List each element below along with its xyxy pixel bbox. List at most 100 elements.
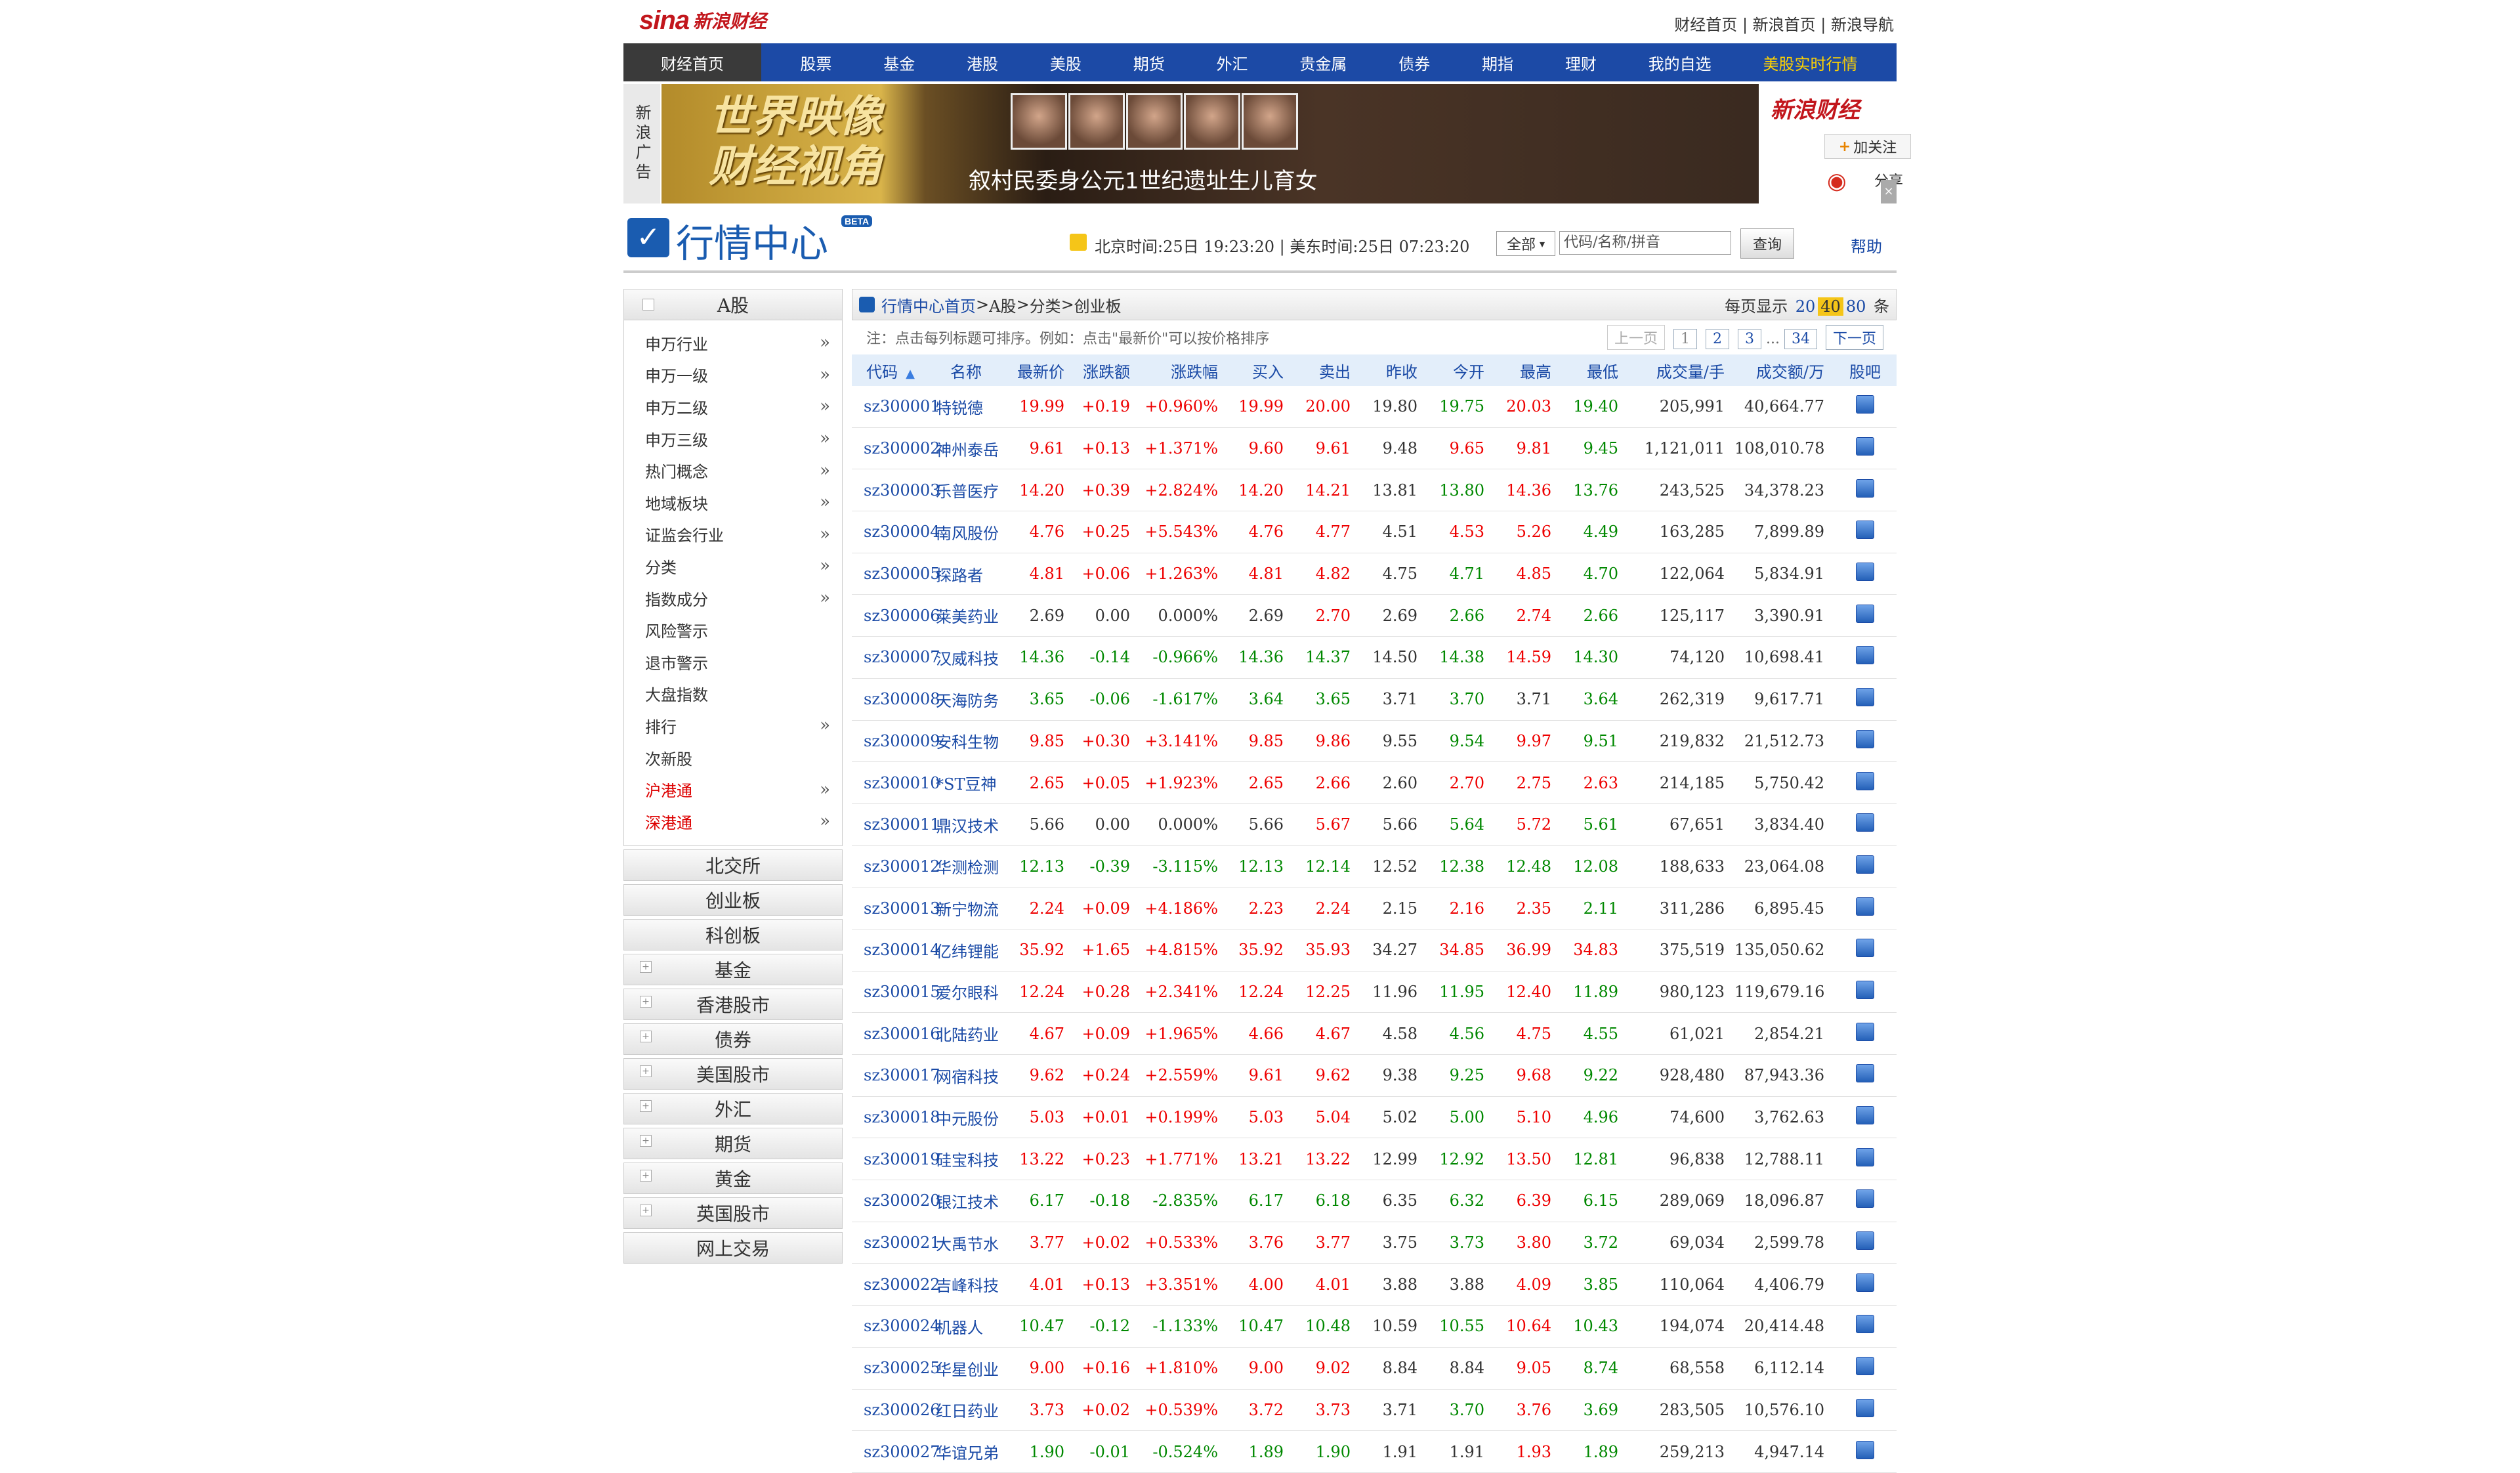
expand-icon[interactable]: + <box>640 1065 652 1077</box>
expand-icon[interactable]: + <box>640 960 652 973</box>
guba-forum-icon[interactable] <box>1856 646 1874 665</box>
sidebar-item[interactable]: 热门概念 » <box>624 454 842 486</box>
guba-forum-icon[interactable] <box>1856 563 1874 582</box>
stock-code-link[interactable]: sz300026 <box>852 1389 940 1432</box>
stock-name-link[interactable]: 探路者 <box>929 553 1003 595</box>
sidebar-header[interactable]: A股 <box>623 289 843 320</box>
nav-item-funds[interactable]: 基金 <box>883 51 915 74</box>
breadcrumb-home[interactable]: 行情中心首页 <box>881 293 976 316</box>
table-row[interactable]: sz300005 探路者 4.81 +0.06 +1.263% 4.81 4.82 4.75 4… <box>852 553 1897 595</box>
guba-forum-icon[interactable] <box>1856 688 1874 707</box>
search-input[interactable]: 代码/名称/拼音 <box>1559 231 1731 255</box>
stock-name-link[interactable]: 银江技术 <box>929 1180 1003 1222</box>
table-row[interactable]: sz300020 银江技术 6.17 -0.18 -2.835% 6.17 6.18 6.35… <box>852 1180 1897 1222</box>
stock-name-link[interactable]: 华谊兄弟 <box>929 1430 1003 1473</box>
stock-name-link[interactable]: 汉威科技 <box>929 636 1003 679</box>
ad-thumbnail[interactable] <box>1126 93 1183 150</box>
expand-icon[interactable]: + <box>640 1030 652 1042</box>
ad-thumbnail[interactable] <box>1242 93 1298 150</box>
stock-code-link[interactable]: sz300010 <box>852 761 940 804</box>
weibo-icon[interactable]: ◉ <box>1827 168 1847 194</box>
stock-code-link[interactable]: sz300002 <box>852 427 940 470</box>
stock-code-link[interactable]: sz300004 <box>852 511 940 553</box>
guba-forum-icon[interactable] <box>1856 855 1874 874</box>
guba-forum-icon[interactable] <box>1856 897 1874 916</box>
stock-name-link[interactable]: 神州泰岳 <box>929 427 1003 470</box>
guba-forum-icon[interactable] <box>1856 1440 1874 1459</box>
table-row[interactable]: sz300014 亿纬锂能 35.92 +1.65 +4.815% 35.92 35.93 3… <box>852 929 1897 971</box>
guba-forum-icon[interactable] <box>1856 771 1874 790</box>
stock-name-link[interactable]: 北陆药业 <box>929 1012 1003 1055</box>
guba-forum-icon[interactable] <box>1856 1231 1874 1250</box>
table-row[interactable]: sz300007 汉威科技 14.36 -0.14 -0.966% 14.36 14.37 1… <box>852 636 1897 679</box>
stock-code-link[interactable]: sz300017 <box>852 1054 940 1097</box>
sidebar-category[interactable]: 科创板 <box>623 918 843 950</box>
stock-code-link[interactable]: sz300020 <box>852 1180 940 1222</box>
stock-code-link[interactable]: sz300007 <box>852 636 940 679</box>
table-row[interactable]: sz300022 吉峰科技 4.01 +0.13 +3.351% 4.00 4.01 3.88… <box>852 1263 1897 1306</box>
stock-name-link[interactable]: 大禹节水 <box>929 1222 1003 1264</box>
table-row[interactable]: sz300025 华星创业 9.00 +0.16 +1.810% 9.00 9.02 8.84… <box>852 1347 1897 1390</box>
stock-code-link[interactable]: sz300003 <box>852 469 940 512</box>
table-row[interactable]: sz300010 *ST豆神 2.65 +0.05 +1.923% 2.65 2.66 2.6… <box>852 761 1897 804</box>
sina-finance-logo[interactable]: sina 新浪财经 <box>639 4 766 37</box>
stock-name-link[interactable]: 机器人 <box>929 1305 1003 1348</box>
sidebar-item[interactable]: 风险警示 <box>624 614 842 646</box>
table-row[interactable]: sz300003 乐普医疗 14.20 +0.39 +2.824% 14.20 14.21 1… <box>852 469 1897 512</box>
table-row[interactable]: sz300017 网宿科技 9.62 +0.24 +2.559% 9.61 9.62 9.38… <box>852 1054 1897 1097</box>
column-header[interactable]: 今开 <box>1427 354 1494 386</box>
guba-forum-icon[interactable] <box>1856 813 1874 832</box>
nav-item-futures[interactable]: 期货 <box>1133 51 1165 74</box>
next-page-button[interactable]: 下一页 <box>1825 325 1883 350</box>
page-3[interactable]: 3 <box>1738 329 1761 349</box>
guba-forum-icon[interactable] <box>1856 1064 1874 1083</box>
column-header[interactable]: 最低 <box>1561 354 1628 386</box>
stock-code-link[interactable]: sz300012 <box>852 845 940 888</box>
stock-code-link[interactable]: sz300009 <box>852 720 940 763</box>
stock-name-link[interactable]: 中元股份 <box>929 1096 1003 1139</box>
top-link-sina-nav[interactable]: 新浪导航 <box>1831 16 1894 34</box>
nav-finance-home[interactable]: 财经首页 <box>623 43 761 81</box>
sidebar-category[interactable]: + 黄金 <box>623 1162 843 1194</box>
ad-thumbnail[interactable] <box>1184 93 1240 150</box>
sidebar-item[interactable]: 申万一级 » <box>624 359 842 391</box>
expand-icon[interactable]: + <box>640 1099 652 1112</box>
guba-forum-icon[interactable] <box>1856 1022 1874 1041</box>
table-row[interactable]: sz300027 华谊兄弟 1.90 -0.01 -0.524% 1.89 1.90 1.91… <box>852 1430 1897 1473</box>
table-row[interactable]: sz300008 天海防务 3.65 -0.06 -1.617% 3.64 3.65 3.71… <box>852 678 1897 721</box>
guba-forum-icon[interactable] <box>1856 1315 1874 1334</box>
sidebar-item[interactable]: 地域板块 » <box>624 486 842 519</box>
guba-forum-icon[interactable] <box>1856 1106 1874 1125</box>
nav-item-metals[interactable]: 贵金属 <box>1299 51 1347 74</box>
sidebar-item[interactable]: 次新股 <box>624 742 842 774</box>
stock-code-link[interactable]: sz300014 <box>852 929 940 971</box>
stock-code-link[interactable]: sz300018 <box>852 1096 940 1139</box>
stock-name-link[interactable]: 网宿科技 <box>929 1054 1003 1097</box>
column-header[interactable]: 成交量/手 <box>1628 354 1734 386</box>
table-row[interactable]: sz300024 机器人 10.47 -0.12 -1.133% 10.47 10.48 10… <box>852 1305 1897 1348</box>
stock-code-link[interactable]: sz300001 <box>852 386 940 428</box>
table-row[interactable]: sz300018 中元股份 5.03 +0.01 +0.199% 5.03 5.04 5.02… <box>852 1096 1897 1139</box>
sidebar-item[interactable]: 排行 » <box>624 710 842 742</box>
nav-item-watchlist[interactable]: 我的自选 <box>1648 51 1712 74</box>
sidebar-item[interactable]: 申万二级 » <box>624 391 842 423</box>
sidebar-category[interactable]: + 英国股市 <box>623 1197 843 1229</box>
table-row[interactable]: sz300015 爱尔眼科 12.24 +0.28 +2.341% 12.24 12.25 1… <box>852 971 1897 1014</box>
stock-code-link[interactable]: sz300021 <box>852 1222 940 1264</box>
sidebar-item[interactable]: 退市警示 <box>624 646 842 678</box>
stock-name-link[interactable]: 莱美药业 <box>929 594 1003 637</box>
stock-name-link[interactable]: 红日药业 <box>929 1389 1003 1432</box>
guba-forum-icon[interactable] <box>1856 604 1874 623</box>
stock-name-link[interactable]: 新宁物流 <box>929 887 1003 929</box>
sidebar-category[interactable]: 北交所 <box>623 849 843 881</box>
stock-code-link[interactable]: sz300016 <box>852 1012 940 1055</box>
stock-name-link[interactable]: 亿纬锂能 <box>929 929 1003 971</box>
sidebar-category[interactable]: + 美国股市 <box>623 1057 843 1090</box>
ad-close-icon[interactable]: × <box>1881 180 1897 203</box>
follow-button[interactable]: + 加关注 <box>1824 134 1911 159</box>
nav-item-us[interactable]: 美股 <box>1050 51 1082 74</box>
sidebar-item[interactable]: 指数成分 » <box>624 582 842 614</box>
guba-forum-icon[interactable] <box>1856 939 1874 958</box>
stock-code-link[interactable]: sz300022 <box>852 1263 940 1306</box>
stock-name-link[interactable]: 天海防务 <box>929 678 1003 721</box>
